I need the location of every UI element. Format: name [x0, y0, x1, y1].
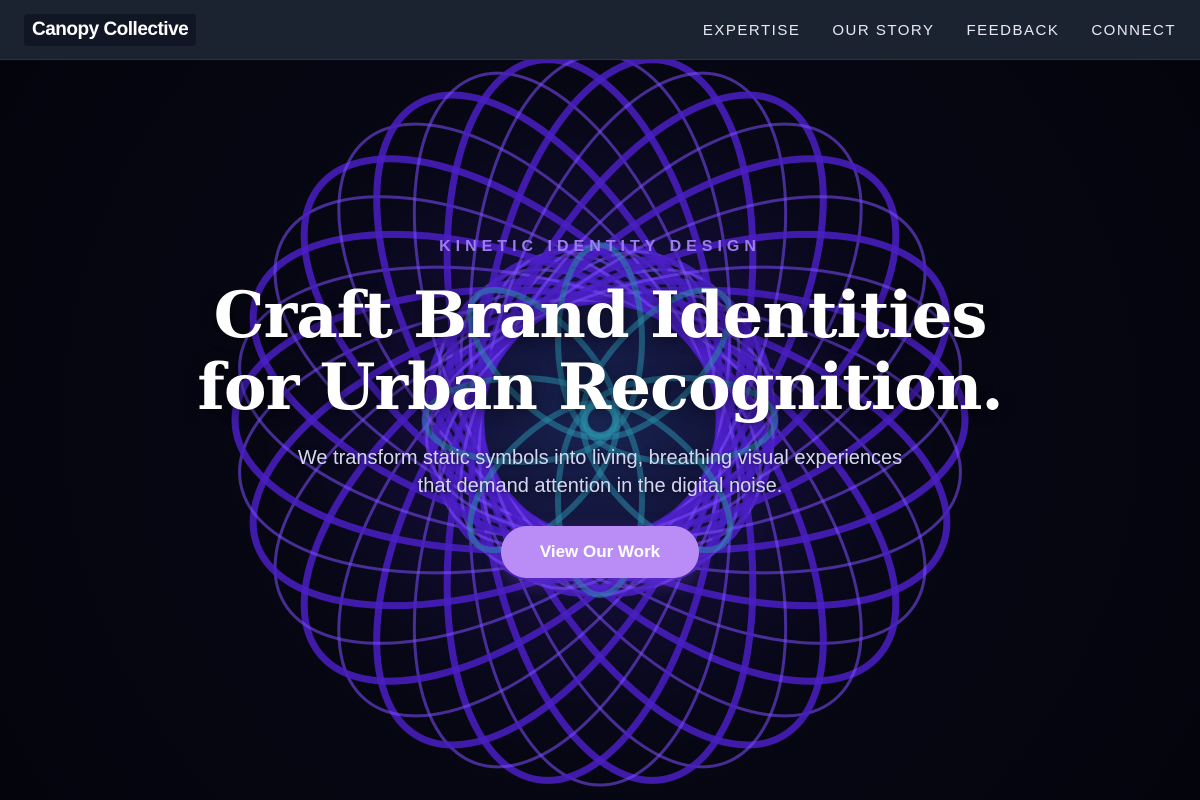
view-our-work-button[interactable]: View Our Work: [501, 526, 699, 578]
nav-link-expertise[interactable]: EXPERTISE: [703, 22, 800, 39]
hero-headline-line-1: Craft Brand Identities: [213, 278, 988, 353]
top-navigation: Canopy Collective EXPERTISE OUR STORY FE…: [0, 0, 1200, 60]
hero-subcopy-line-1: We transform static symbols into living,…: [297, 447, 903, 469]
hero-headline: Craft Brand Identities for Urban Recogni…: [0, 280, 1200, 424]
page: Canopy Collective EXPERTISE OUR STORY FE…: [0, 0, 1200, 800]
hero-subcopy-line-2: that demand attention in the digital noi…: [417, 475, 783, 497]
brand-logo[interactable]: Canopy Collective: [24, 14, 197, 46]
hero-subcopy: We transform static symbols into living,…: [250, 444, 950, 500]
nav-link-connect[interactable]: CONNECT: [1091, 22, 1176, 39]
nav-link-feedback[interactable]: FEEDBACK: [966, 22, 1059, 39]
hero-eyebrow: KINETIC IDENTITY DESIGN: [439, 238, 761, 255]
nav-links: EXPERTISE OUR STORY FEEDBACK CONNECT: [703, 0, 1176, 60]
hero-section: KINETIC IDENTITY DESIGN Craft Brand Iden…: [0, 0, 1200, 800]
nav-link-our-story[interactable]: OUR STORY: [832, 22, 934, 39]
hero-headline-line-2: for Urban Recognition.: [197, 350, 1003, 425]
